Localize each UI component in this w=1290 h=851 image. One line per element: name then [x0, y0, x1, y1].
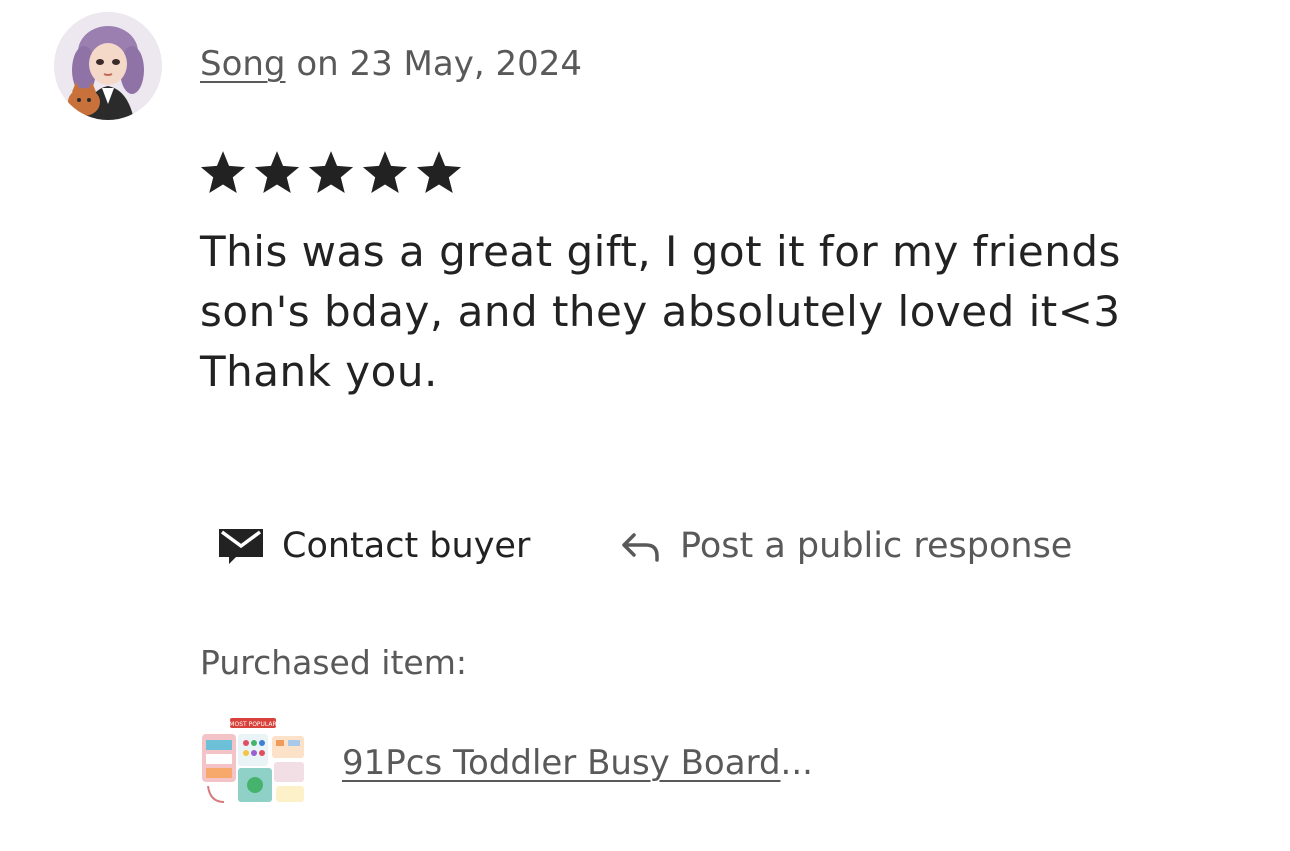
- post-public-response-label: Post a public response: [680, 526, 1073, 566]
- review-text: This was a great gift, I got it for my f…: [200, 227, 1121, 396]
- reviewer-name-link[interactable]: Song: [200, 44, 286, 84]
- envelope-icon: [218, 527, 264, 565]
- star-rating: [198, 148, 464, 198]
- star-icon: [306, 148, 356, 198]
- post-public-response-button[interactable]: Post a public response: [620, 516, 1072, 576]
- reviewer-avatar[interactable]: [54, 12, 162, 120]
- purchased-item-title[interactable]: 91Pcs Toddler Busy Board...: [342, 740, 813, 786]
- reviewer-line: Song on 23 May, 2024: [200, 40, 582, 88]
- review-date: on 23 May, 2024: [285, 44, 582, 84]
- reply-arrow-icon: [620, 529, 662, 563]
- star-icon: [414, 148, 464, 198]
- avatar-illustration: [54, 12, 162, 120]
- purchased-item-label: Purchased item:: [200, 643, 467, 682]
- item-title-ellipsis: ...: [780, 743, 813, 783]
- star-icon: [198, 148, 248, 198]
- contact-buyer-button[interactable]: Contact buyer: [218, 516, 530, 576]
- thumb-badge-text: MOST POPULAR: [229, 721, 276, 728]
- star-icon: [360, 148, 410, 198]
- star-icon: [252, 148, 302, 198]
- contact-buyer-label: Contact buyer: [282, 526, 531, 566]
- purchased-item-thumbnail[interactable]: MOST POPULAR: [196, 716, 308, 808]
- purchased-item-link[interactable]: 91Pcs Toddler Busy Board: [342, 743, 781, 783]
